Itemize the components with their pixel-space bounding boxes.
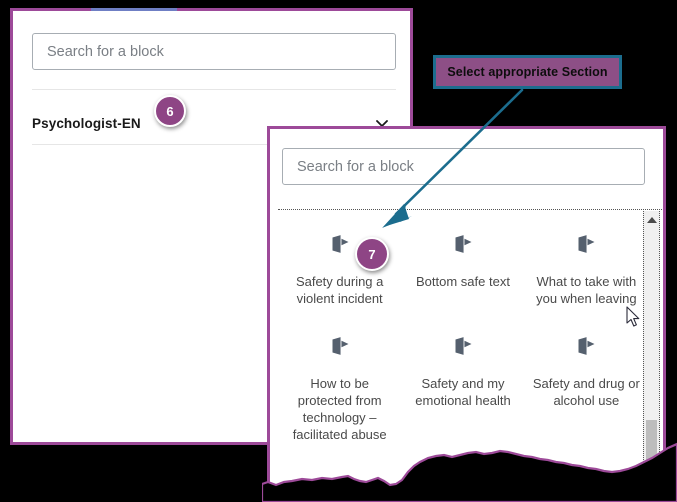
lower-block-picker-panel: Search for a block Safety during a viole… (267, 126, 666, 502)
block-icon (450, 333, 476, 359)
search-placeholder-lower: Search for a block (297, 158, 414, 175)
vertical-scrollbar[interactable] (643, 211, 660, 502)
dotted-separator (278, 209, 663, 210)
block-icon (450, 231, 476, 257)
search-input-upper[interactable]: Search for a block (32, 33, 396, 70)
section-label: Psychologist-EN (32, 115, 141, 131)
callout-label: Select appropriate Section (447, 65, 608, 79)
scrollbar-thumb[interactable] (646, 420, 657, 498)
block-item-label: Safety during a violent incident (295, 274, 384, 306)
block-grid: Safety during a violent incident Bottom … (278, 213, 648, 443)
step-badge-7: 7 (355, 237, 389, 271)
block-item[interactable]: Safety and my emotional health (401, 333, 524, 443)
block-icon (573, 333, 599, 359)
block-item[interactable]: How to be protected from technology – fa… (278, 333, 401, 443)
block-item-label: Safety and my emotional health (415, 376, 511, 408)
block-icon (327, 231, 353, 257)
block-icon (573, 231, 599, 257)
block-item-label: How to be protected from technology – fa… (292, 376, 387, 442)
block-icon (327, 333, 353, 359)
step-badge-6: 6 (154, 95, 186, 127)
block-item-label: Safety and drug or alcohol use (532, 376, 640, 408)
accent-segment (91, 8, 177, 11)
block-item-label: What to take with you when leaving (536, 274, 637, 306)
block-item[interactable]: Safety and drug or alcohol use (525, 333, 648, 443)
block-item[interactable]: Bottom safe text (401, 231, 524, 307)
screenshot-root: Search for a block Psychologist-EN Selec… (0, 0, 677, 502)
block-grid-area: Safety during a violent incident Bottom … (278, 213, 648, 502)
search-input-lower[interactable]: Search for a block (282, 148, 645, 185)
divider-above-section (32, 89, 396, 90)
search-placeholder-upper: Search for a block (47, 43, 164, 60)
scroll-up-arrow-icon[interactable] (644, 213, 659, 227)
callout-select-section: Select appropriate Section (433, 55, 622, 89)
block-item[interactable]: What to take with you when leaving (525, 231, 648, 307)
block-item-label: Bottom safe text (416, 274, 510, 289)
